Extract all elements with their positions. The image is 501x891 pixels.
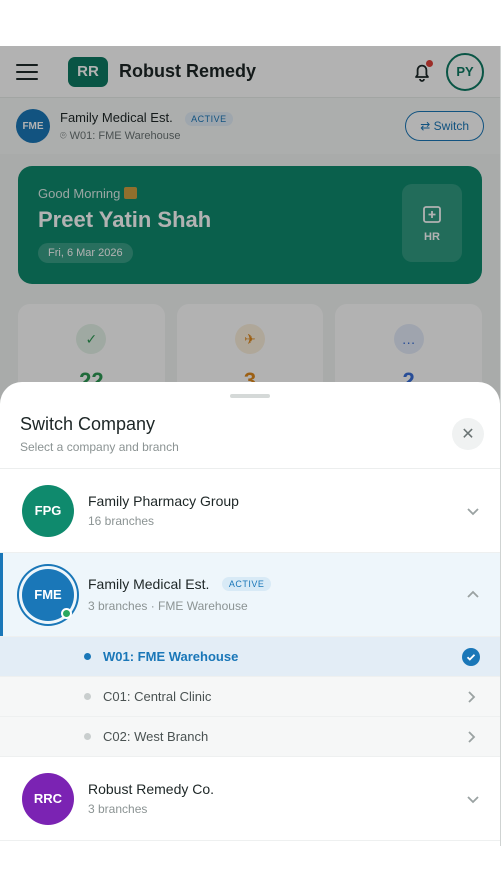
chevron-right-icon	[468, 730, 476, 743]
close-icon: ✕	[461, 426, 475, 443]
branch-item-c02[interactable]: C02: West Branch	[0, 717, 500, 757]
branch-item-w01[interactable]: W01: FME Warehouse	[0, 637, 500, 677]
branch-item-c01[interactable]: C01: Central Clinic	[0, 677, 500, 717]
company-avatar: RRC	[22, 772, 74, 825]
company-name: Family Pharmacy Group	[88, 493, 239, 509]
check-icon	[462, 647, 480, 666]
sheet-header: Switch Company Select a company and bran…	[0, 398, 500, 469]
branch-label: W01: FME Warehouse	[103, 649, 239, 664]
company-meta: 3 branches · FME Warehouse	[88, 599, 248, 613]
company-row-fme[interactable]: FME Family Medical Est. ACTIVE 3 branche…	[0, 553, 500, 637]
company-meta: 16 branches	[88, 514, 155, 528]
branch-dot	[84, 733, 91, 740]
app-screen: RR Robust Remedy PY FME Family Medical E…	[0, 46, 501, 846]
branch-label: C01: Central Clinic	[103, 689, 212, 704]
active-badge: ACTIVE	[221, 577, 272, 591]
sheet-title: Switch Company	[20, 414, 156, 434]
chevron-up-icon[interactable]	[464, 586, 482, 604]
switch-company-sheet: Switch Company Select a company and bran…	[0, 382, 500, 846]
company-avatar: FPG	[22, 484, 74, 537]
branch-dot	[84, 653, 91, 660]
sheet-subtitle: Select a company and branch	[20, 440, 179, 454]
branch-dot	[84, 693, 91, 700]
close-button[interactable]: ✕	[452, 418, 484, 450]
company-row-fpg[interactable]: FPG Family Pharmacy Group 16 branches	[0, 469, 500, 553]
company-row-rrc[interactable]: RRC Robust Remedy Co. 3 branches	[0, 757, 500, 841]
company-meta: 3 branches	[88, 802, 148, 816]
chevron-right-icon	[468, 690, 476, 703]
company-name: Family Medical Est.	[88, 576, 210, 592]
company-avatar: FME	[22, 568, 74, 621]
company-name: Robust Remedy Co.	[88, 781, 215, 797]
chevron-down-icon[interactable]	[464, 790, 482, 808]
branch-label: C02: West Branch	[103, 729, 209, 744]
company-initials: FME	[34, 587, 62, 602]
online-indicator	[61, 607, 72, 619]
chevron-down-icon[interactable]	[464, 502, 482, 520]
